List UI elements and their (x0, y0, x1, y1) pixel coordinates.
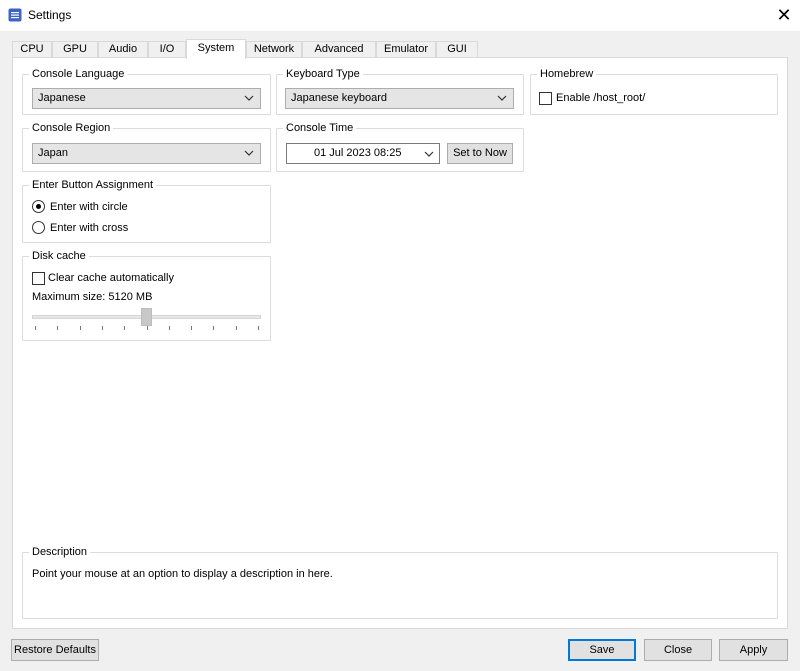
console-language-group: Console Language Japanese (22, 67, 271, 115)
chevron-down-icon (244, 150, 254, 156)
slider-tick (57, 326, 58, 330)
console-region-select[interactable]: Japan (32, 143, 261, 164)
chevron-down-icon (244, 95, 254, 101)
restore-defaults-button[interactable]: Restore Defaults (11, 639, 99, 661)
tab-emulator[interactable]: Emulator (376, 41, 436, 58)
description-group: Description Point your mouse at an optio… (22, 545, 778, 619)
slider-tick (213, 326, 214, 330)
title-bar: Settings ✕ (0, 0, 800, 31)
keyboard-type-group: Keyboard Type Japanese keyboard (276, 67, 524, 115)
keyboard-type-select[interactable]: Japanese keyboard (285, 88, 514, 109)
max-size-label: Maximum size: 5120 MB (32, 291, 153, 303)
close-window-icon[interactable]: ✕ (770, 2, 798, 28)
console-region-value: Japan (38, 147, 68, 159)
homebrew-group: Homebrew Enable /host_root/ (530, 67, 778, 115)
disk-cache-title: Disk cache (29, 249, 89, 263)
homebrew-title: Homebrew (537, 67, 597, 81)
console-time-picker[interactable]: 01 Jul 2023 08:25 (286, 143, 440, 164)
enter-circle-radio[interactable] (32, 200, 45, 213)
slider-tick (35, 326, 36, 330)
system-tab-pane: Console Language Japanese Keyboard Type … (12, 57, 788, 629)
tab-system[interactable]: System (186, 39, 246, 59)
set-to-now-button[interactable]: Set to Now (447, 143, 513, 164)
console-time-group: Console Time 01 Jul 2023 08:25 Set to No… (276, 121, 524, 172)
enter-cross-radio[interactable] (32, 221, 45, 234)
chevron-down-icon (424, 151, 434, 157)
slider-thumb[interactable] (141, 308, 152, 326)
console-region-title: Console Region (29, 121, 114, 135)
disk-cache-group: Disk cache Clear cache automatically Max… (22, 249, 271, 341)
slider-tick (147, 326, 148, 330)
keyboard-type-title: Keyboard Type (283, 67, 363, 81)
slider-tick (169, 326, 170, 330)
enter-button-group: Enter Button Assignment Enter with circl… (22, 178, 271, 243)
keyboard-type-value: Japanese keyboard (291, 92, 388, 104)
console-language-value: Japanese (38, 92, 86, 104)
tab-network[interactable]: Network (246, 41, 302, 58)
slider-tick (124, 326, 125, 330)
slider-tick (258, 326, 259, 330)
clear-cache-checkbox[interactable] (32, 272, 45, 285)
console-time-title: Console Time (283, 121, 357, 135)
tab-gpu[interactable]: GPU (52, 41, 98, 58)
console-language-title: Console Language (29, 67, 128, 81)
radio-selected-dot (36, 204, 41, 209)
console-time-value: 01 Jul 2023 08:25 (314, 147, 402, 159)
slider-tick (80, 326, 81, 330)
slider-tick (191, 326, 192, 330)
slider-tick (102, 326, 103, 330)
settings-app-icon (8, 8, 22, 22)
tab-advanced[interactable]: Advanced (302, 41, 376, 58)
cache-size-slider[interactable] (32, 307, 261, 337)
console-language-select[interactable]: Japanese (32, 88, 261, 109)
enable-host-root-label[interactable]: Enable /host_root/ (556, 91, 645, 105)
description-title: Description (29, 545, 91, 559)
console-region-group: Console Region Japan (22, 121, 271, 172)
tab-audio[interactable]: Audio (98, 41, 148, 58)
chevron-down-icon (497, 95, 507, 101)
tab-io[interactable]: I/O (148, 41, 186, 58)
tab-gui[interactable]: GUI (436, 41, 478, 58)
enter-cross-label[interactable]: Enter with cross (50, 221, 128, 235)
tab-cpu[interactable]: CPU (12, 41, 52, 58)
description-text: Point your mouse at an option to display… (32, 568, 333, 580)
save-button[interactable]: Save (568, 639, 636, 661)
enter-button-title: Enter Button Assignment (29, 178, 157, 192)
slider-tick (236, 326, 237, 330)
enable-host-root-checkbox[interactable] (539, 92, 552, 105)
apply-button[interactable]: Apply (719, 639, 788, 661)
window-title: Settings (28, 8, 72, 22)
enter-circle-label[interactable]: Enter with circle (50, 200, 128, 214)
clear-cache-label[interactable]: Clear cache automatically (48, 271, 174, 285)
close-button[interactable]: Close (644, 639, 712, 661)
